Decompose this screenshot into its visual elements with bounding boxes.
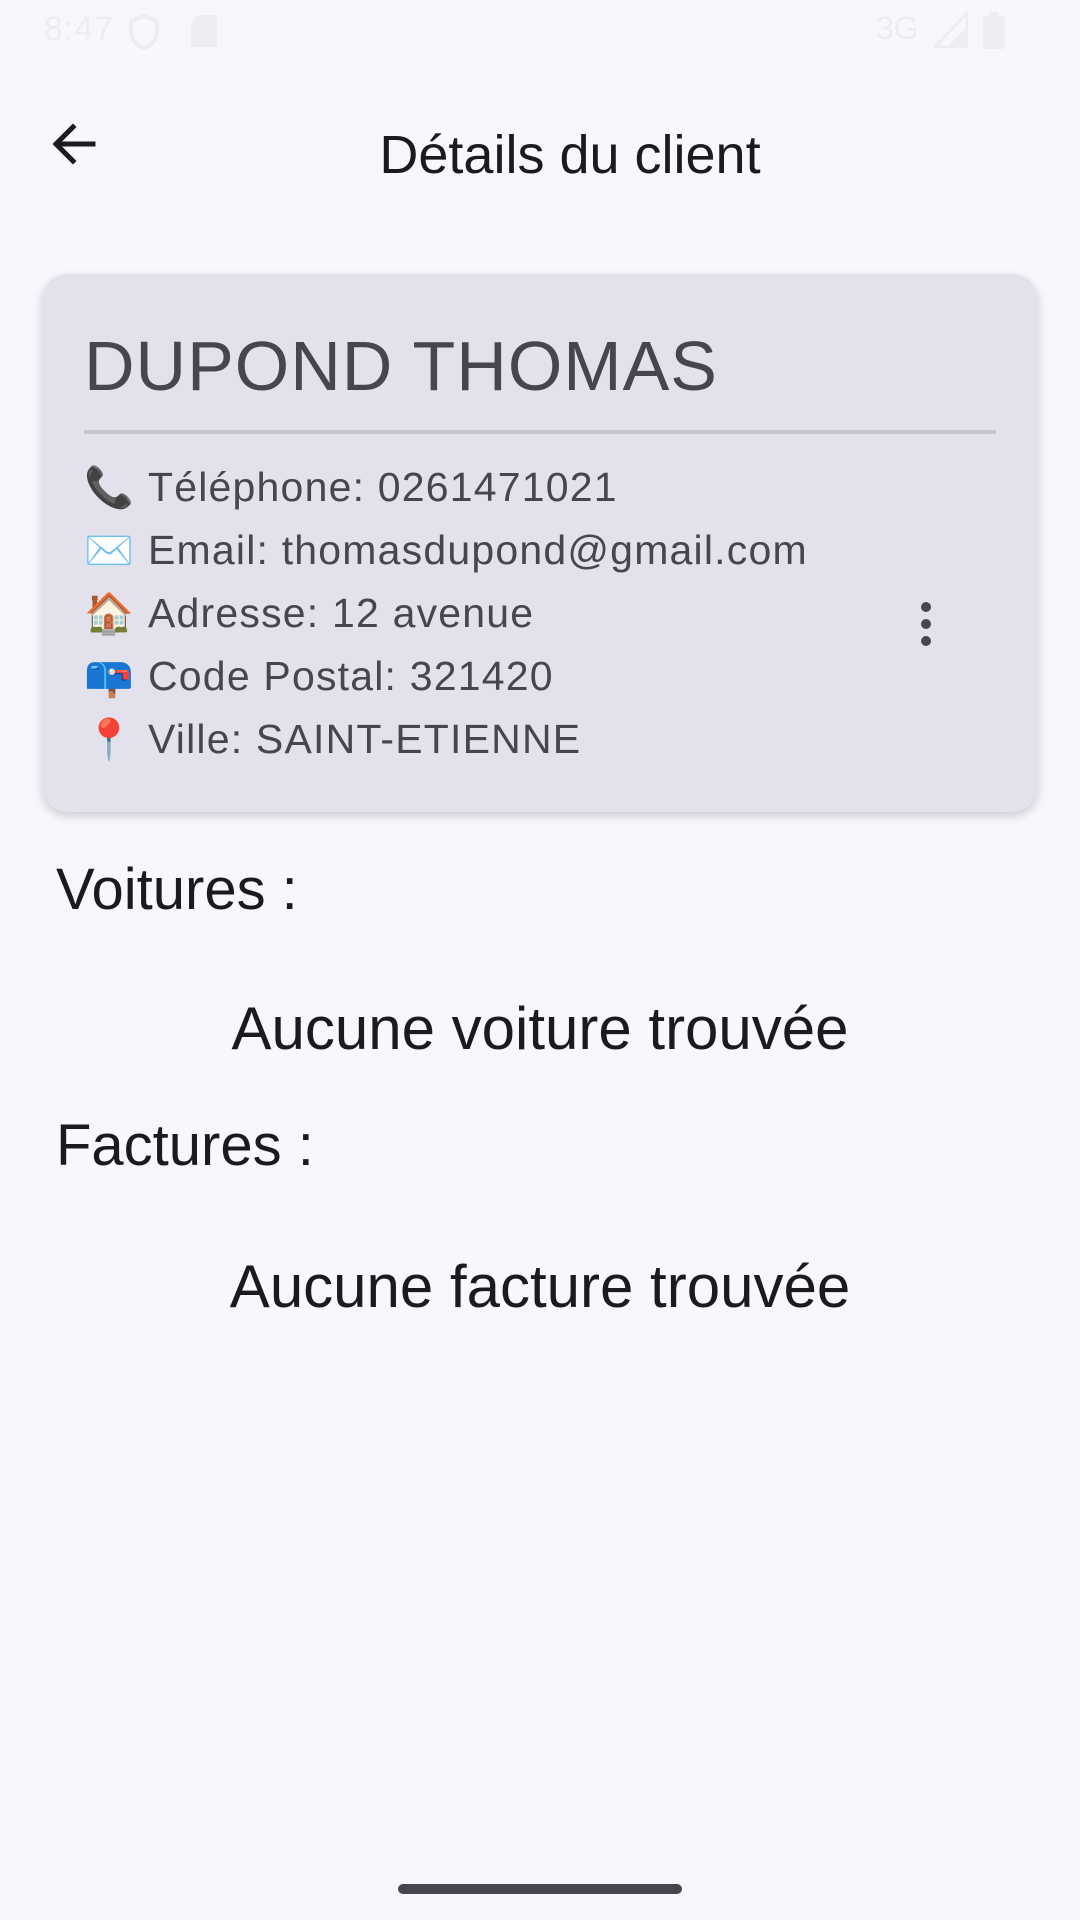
email-line: ✉️ Email: thomasdupond@gmail.com — [84, 527, 808, 574]
network-type: 3G — [876, 10, 919, 46]
mailbox-icon: 📪 — [84, 655, 136, 699]
client-name: DUPOND THOMAS — [84, 327, 718, 405]
phone-text: Téléphone: 0261471021 — [148, 464, 618, 510]
invoices-section-title: Factures : — [56, 1113, 314, 1178]
envelope-icon: ✉️ — [84, 529, 136, 573]
status-bar: 8:47 3G — [0, 0, 1080, 60]
phone-line: 📞 Téléphone: 0261471021 — [84, 464, 618, 511]
status-time: 8:47 — [44, 10, 115, 48]
city-text: Ville: SAINT-ETIENNE — [148, 716, 582, 762]
house-icon: 🏠 — [84, 592, 136, 636]
phone-icon: 📞 — [84, 466, 136, 510]
sd-card-icon — [190, 14, 218, 53]
shield-icon — [128, 13, 160, 55]
address-line: 🏠 Adresse: 12 avenue — [84, 590, 534, 637]
battery-icon — [982, 12, 1006, 55]
postal-code-text: Code Postal: 321420 — [148, 653, 554, 699]
gesture-nav-handle[interactable] — [398, 1884, 682, 1894]
pin-icon: 📍 — [84, 718, 136, 762]
more-vertical-icon-dot — [921, 636, 931, 646]
client-card: DUPOND THOMAS 📞 Téléphone: 0261471021 ✉️… — [42, 274, 1038, 812]
cars-empty-message: Aucune voiture trouvée — [231, 995, 849, 1062]
invoices-empty-message: Aucune facture trouvée — [229, 1253, 851, 1320]
divider — [84, 430, 996, 434]
address-text: Adresse: 12 avenue — [148, 590, 535, 636]
more-options-button[interactable] — [896, 584, 956, 664]
cars-section-title: Voitures : — [56, 857, 298, 922]
postal-code-line: 📪 Code Postal: 321420 — [84, 653, 554, 700]
city-line: 📍 Ville: SAINT-ETIENNE — [84, 716, 581, 763]
email-text: Email: thomasdupond@gmail.com — [148, 527, 808, 573]
more-vertical-icon — [921, 602, 931, 612]
page-title: Détails du client — [379, 125, 761, 185]
signal-icon — [931, 9, 969, 53]
more-vertical-icon-dot — [921, 619, 931, 629]
